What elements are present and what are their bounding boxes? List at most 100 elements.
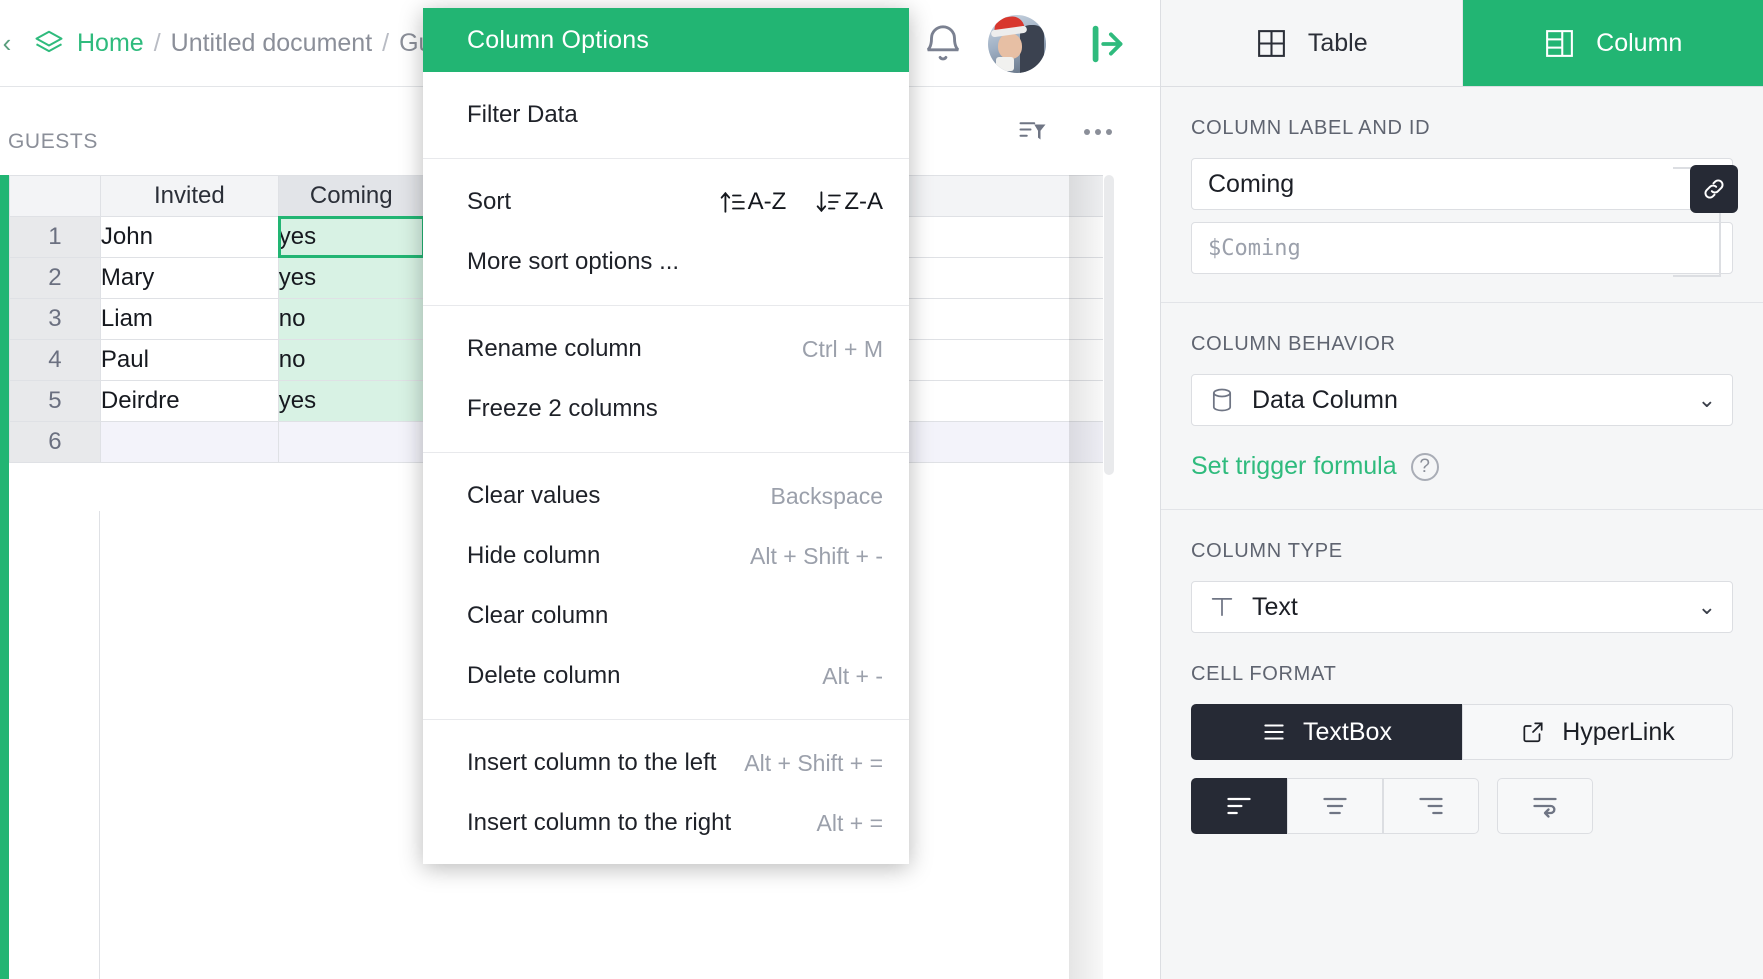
menu-item-label: Filter Data — [467, 101, 578, 129]
row-number[interactable]: 3 — [10, 299, 101, 340]
sort-buttons: A-Z Z-A — [720, 188, 883, 216]
cell-invited[interactable]: Mary — [100, 258, 278, 299]
section-column-label-id: COLUMN LABEL AND ID Coming $Coming — [1161, 87, 1763, 303]
menu-item-filter-data[interactable]: Filter Data — [423, 85, 909, 145]
help-circle-icon[interactable]: ? — [1411, 453, 1439, 481]
cell-invited[interactable]: Paul — [100, 340, 278, 381]
menu-item-label: Hide column — [467, 542, 600, 570]
cell-invited[interactable]: Liam — [100, 299, 278, 340]
menu-item-delete-column[interactable]: Delete column Alt + - — [423, 646, 909, 706]
menu-item-hide-column[interactable]: Hide column Alt + Shift + - — [423, 526, 909, 586]
set-trigger-formula-label: Set trigger formula — [1191, 452, 1397, 481]
cell-invited-empty[interactable] — [100, 422, 278, 463]
wrap-text-button[interactable] — [1497, 778, 1593, 834]
section-column-behavior: COLUMN BEHAVIOR Data Column ⌄ Set trigge… — [1161, 303, 1763, 510]
breadcrumb-separator-1: / — [154, 29, 161, 58]
column-label-input[interactable]: Coming — [1191, 158, 1733, 210]
back-chevron-icon[interactable]: ‹ — [0, 28, 20, 59]
menu-item-insert-column-right[interactable]: Insert column to the right Alt + = — [423, 793, 909, 853]
menu-item-label: Freeze 2 columns — [467, 395, 658, 423]
cell-invited[interactable]: Deirdre — [100, 381, 278, 422]
breadcrumb-document[interactable]: Untitled document — [171, 29, 373, 58]
menu-item-rename-column[interactable]: Rename column Ctrl + M — [423, 319, 909, 379]
section-title: COLUMN LABEL AND ID — [1191, 117, 1733, 140]
menu-item-label: More sort options ... — [467, 248, 679, 276]
cell-coming[interactable]: yes — [278, 381, 424, 422]
layers-icon[interactable] — [34, 28, 64, 58]
app-root: ‹ Home / Untitled document / Gue — [0, 0, 1763, 979]
column-type-select[interactable]: Text ⌄ — [1191, 581, 1733, 633]
menu-item-label: Clear column — [467, 602, 608, 630]
row-number[interactable]: 6 — [10, 422, 101, 463]
align-center-button[interactable] — [1287, 778, 1383, 834]
chevron-down-icon[interactable]: ⌄ — [1698, 387, 1716, 413]
row-number[interactable]: 5 — [10, 381, 101, 422]
menu-item-insert-column-left[interactable]: Insert column to the left Alt + Shift + … — [423, 733, 909, 793]
vertical-scrollbar-thumb[interactable] — [1104, 175, 1114, 475]
cell-coming-selected[interactable]: yes — [278, 217, 424, 258]
breadcrumb-separator-2: / — [382, 29, 389, 58]
cell-format-textbox-label: TextBox — [1303, 718, 1392, 747]
cell-format-toggle: TextBox HyperLink — [1191, 704, 1733, 760]
main-area: ‹ Home / Untitled document / Gue — [0, 0, 1160, 979]
cell-coming[interactable]: no — [278, 340, 424, 381]
align-left-icon — [1225, 792, 1253, 820]
sort-ascending-button[interactable]: A-Z — [720, 188, 787, 216]
set-trigger-formula-link[interactable]: Set trigger formula ? — [1191, 452, 1733, 481]
section-column-type: COLUMN TYPE Text ⌄ CELL FORMAT TextBox — [1161, 510, 1763, 862]
menu-item-shortcut: Backspace — [770, 483, 883, 510]
menu-item-shortcut: Alt + Shift + = — [744, 750, 883, 777]
wrap-text-icon — [1531, 792, 1559, 820]
menu-item-label: Insert column to the left — [467, 749, 716, 777]
menu-item-freeze-columns[interactable]: Freeze 2 columns — [423, 379, 909, 439]
table-grid-icon — [1255, 27, 1288, 60]
panel-tabs: Table Column — [1161, 0, 1763, 87]
menu-group-rename: Rename column Ctrl + M Freeze 2 columns — [423, 306, 909, 453]
sort-filter-icon[interactable] — [1018, 117, 1048, 147]
align-center-icon — [1321, 792, 1349, 820]
menu-item-more-sort-options[interactable]: More sort options ... — [423, 232, 909, 292]
align-left-button[interactable] — [1191, 778, 1287, 834]
more-options-icon[interactable] — [1084, 129, 1112, 135]
menu-item-shortcut: Alt + = — [817, 810, 883, 837]
menu-item-label: Clear values — [467, 482, 600, 510]
tab-table[interactable]: Table — [1161, 0, 1463, 86]
row-number[interactable]: 4 — [10, 340, 101, 381]
cell-coming-empty[interactable] — [278, 422, 424, 463]
cell-coming[interactable]: no — [278, 299, 424, 340]
column-header-coming[interactable]: Coming — [278, 176, 424, 217]
row-number[interactable]: 2 — [10, 258, 101, 299]
bell-icon[interactable] — [920, 21, 966, 67]
sort-descending-button[interactable]: Z-A — [816, 188, 883, 216]
column-header-rownum[interactable] — [10, 176, 101, 217]
breadcrumb-home[interactable]: Home — [77, 29, 144, 58]
table-name-label: GUESTS — [8, 130, 98, 154]
column-header-invited[interactable]: Invited — [100, 176, 278, 217]
logout-icon[interactable] — [1086, 21, 1132, 67]
menu-item-clear-values[interactable]: Clear values Backspace — [423, 466, 909, 526]
menu-item-sort[interactable]: Sort A-Z — [423, 172, 909, 232]
cell-invited[interactable]: John — [100, 217, 278, 258]
text-alignment-group — [1191, 778, 1733, 834]
vertical-scrollbar[interactable] — [1103, 175, 1115, 979]
cell-coming[interactable]: yes — [278, 258, 424, 299]
cell-format-hyperlink-label: HyperLink — [1562, 718, 1675, 747]
link-button[interactable] — [1690, 165, 1738, 213]
breadcrumb: Home / Untitled document / Gue — [77, 29, 446, 58]
cell-format-textbox[interactable]: TextBox — [1191, 704, 1462, 760]
sort-descending-label: Z-A — [844, 188, 883, 216]
menu-group-modify: Clear values Backspace Hide column Alt +… — [423, 453, 909, 720]
align-right-button[interactable] — [1383, 778, 1479, 834]
text-type-icon — [1208, 593, 1236, 621]
column-id-input[interactable]: $Coming — [1191, 222, 1733, 274]
chevron-down-icon[interactable]: ⌄ — [1698, 594, 1716, 620]
cell-format-hyperlink[interactable]: HyperLink — [1462, 704, 1733, 760]
tab-column-label: Column — [1596, 29, 1682, 58]
tab-column[interactable]: Column — [1463, 0, 1763, 86]
align-right-icon — [1417, 792, 1445, 820]
column-behavior-select[interactable]: Data Column ⌄ — [1191, 374, 1733, 426]
menu-item-clear-column[interactable]: Clear column — [423, 586, 909, 646]
avatar[interactable] — [988, 15, 1046, 73]
column-type-value: Text — [1252, 593, 1298, 622]
row-number[interactable]: 1 — [10, 217, 101, 258]
